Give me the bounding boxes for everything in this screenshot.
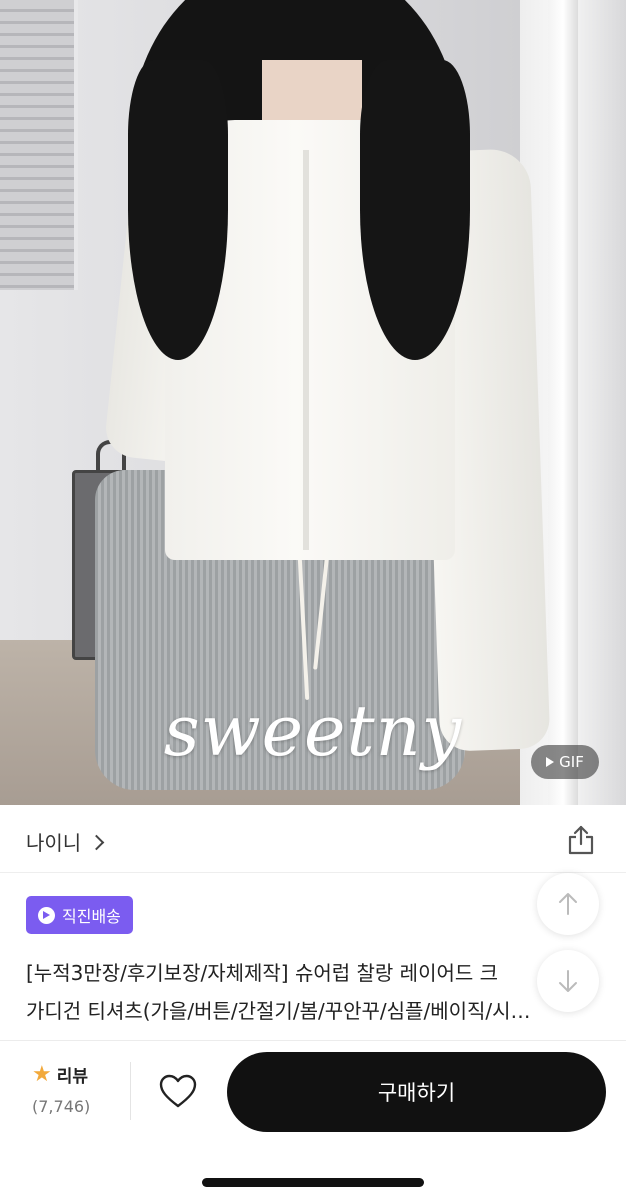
heart-icon[interactable] <box>158 1072 198 1112</box>
divider <box>130 1062 131 1120</box>
direct-delivery-badge: 직진배송 <box>26 896 133 934</box>
arrow-up-icon <box>559 893 577 915</box>
chevron-right-icon <box>88 834 105 850</box>
store-link[interactable]: 나이니 <box>26 827 105 856</box>
store-name: 나이니 <box>26 831 82 855</box>
gif-badge[interactable]: GIF <box>531 745 599 779</box>
delivery-badge-label: 직진배송 <box>62 907 121 926</box>
scroll-bottom-button[interactable] <box>537 950 599 1012</box>
product-title: [누적3만장/후기보장/자체제작] 슈어럽 찰랑 레이어드 크 가디건 티셔츠(… <box>26 954 594 1030</box>
review-label: 리뷰 <box>56 1067 89 1087</box>
store-row: 나이니 <box>0 805 626 873</box>
share-icon[interactable] <box>566 824 596 856</box>
delivery-arrow-icon <box>38 906 55 924</box>
photo-bed-post <box>548 0 578 805</box>
photo-model-hair-right <box>360 60 470 360</box>
product-title-line: 가디건 티셔츠(가을/버튼/간절기/봄/꾸안꾸/심플/베이직/시… <box>26 999 531 1023</box>
buy-button[interactable]: 구매하기 <box>227 1052 606 1132</box>
home-indicator <box>202 1178 424 1187</box>
product-image[interactable]: sweetny GIF <box>0 0 626 805</box>
photo-cardigan-placket <box>303 150 309 550</box>
gif-badge-label: GIF <box>559 753 584 771</box>
review-count: (7,746) <box>32 1097 91 1116</box>
review-summary[interactable]: ★ 리뷰 (7,746) <box>32 1062 112 1116</box>
star-icon: ★ <box>32 1061 52 1087</box>
scroll-top-button[interactable] <box>537 873 599 935</box>
product-title-line: [누적3만장/후기보장/자체제작] 슈어럽 찰랑 레이어드 크 <box>26 961 499 985</box>
arrow-down-icon <box>559 970 577 992</box>
photo-model-hair-left <box>128 60 228 360</box>
photo-window-blind <box>0 0 78 290</box>
play-icon <box>546 757 555 767</box>
